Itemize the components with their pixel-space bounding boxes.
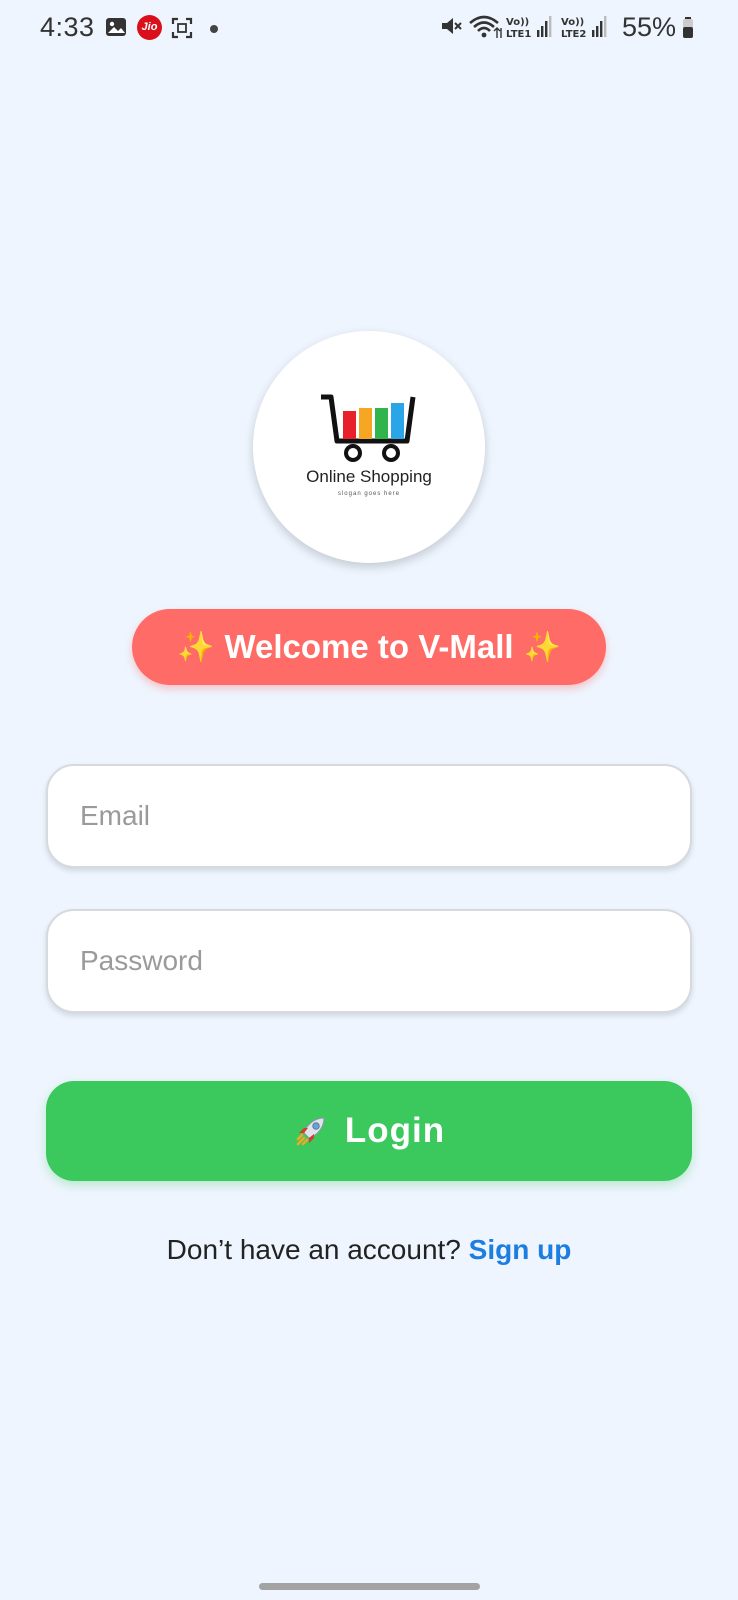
signal-icon: Vo)) LTE2 [561,16,607,40]
battery-icon [683,17,693,38]
svg-text:LTE2: LTE2 [561,29,586,40]
jio-icon: Jio [137,15,162,40]
status-bar: 4:33 Jio Vo)) LTE1 Vo)) LTE2 55% [0,0,738,60]
status-time: 4:33 [40,12,95,42]
signup-prompt: Don’t have an account? [166,1234,461,1265]
logo-title: Online Shopping [306,467,432,486]
signup-link[interactable]: Sign up [469,1234,572,1265]
logo-slogan: slogan goes here [337,491,401,497]
home-indicator[interactable] [259,1583,480,1590]
wifi-icon [469,15,502,38]
battery-percent: 55% [622,12,677,42]
svg-text:LTE1: LTE1 [506,29,531,40]
welcome-text: Welcome to V-Mall [224,628,514,665]
svg-text:Vo)): Vo)) [506,17,529,28]
notification-dot [210,25,218,33]
rocket-icon [296,1117,325,1146]
svg-text:Vo)): Vo)) [561,17,584,28]
login-label: Login [344,1111,446,1150]
mute-icon [442,18,462,34]
password-field[interactable] [46,909,692,1013]
screen-scan-icon [171,17,193,39]
app-logo: Online Shopping slogan goes here [253,331,485,563]
signup-row: Don’t have an account? Sign up [0,1234,738,1266]
sparkle-icon: ✨ [177,630,215,664]
shopping-cart-icon [321,394,416,462]
sparkle-icon: ✨ [523,630,561,664]
email-field[interactable] [46,764,692,868]
signal-icon: Vo)) LTE1 [506,16,552,40]
gallery-icon [106,18,126,36]
welcome-banner: ✨ Welcome to V-Mall ✨ [132,609,606,685]
login-button[interactable]: Login [46,1081,692,1181]
